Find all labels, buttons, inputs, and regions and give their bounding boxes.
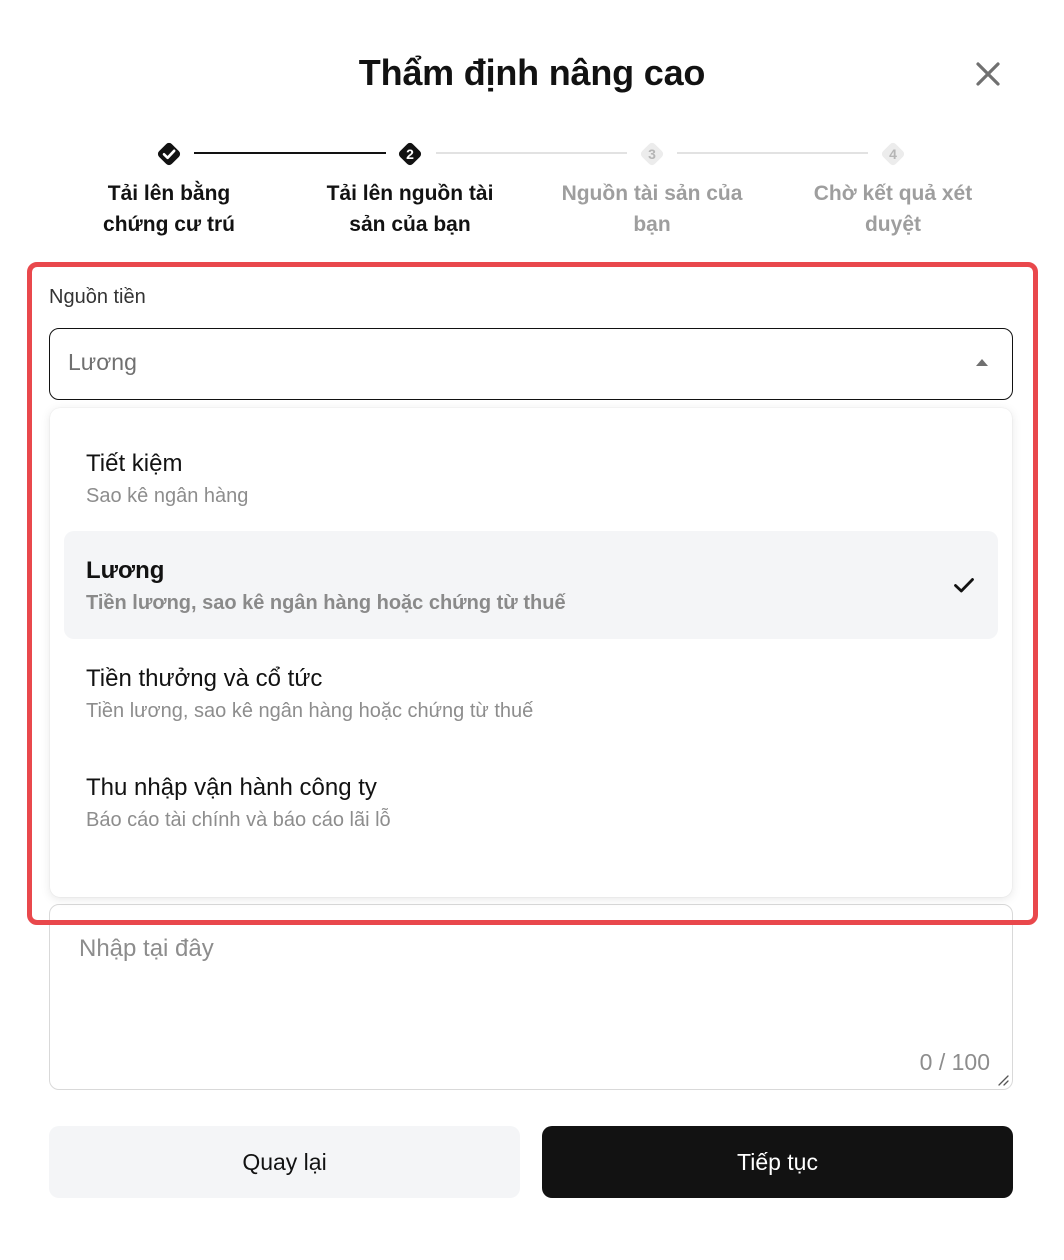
close-icon [976, 62, 1000, 86]
step-4-marker: 4 [889, 146, 897, 162]
step-1-label: Tải lên bằng chứng cư trú [59, 178, 279, 240]
dropdown-option-bonus-dividends[interactable]: Tiền thưởng và cổ tức Tiền lương, sao kê… [64, 639, 998, 747]
option-title: Tiết kiệm [86, 450, 183, 477]
resize-handle-icon[interactable] [997, 1074, 1009, 1086]
option-description: Báo cáo tài chính và báo cáo lãi lỗ [86, 809, 391, 831]
dropdown-option-savings[interactable]: Tiết kiệm Sao kê ngân hàng [64, 424, 998, 532]
dialog-title: Thẩm định nâng cao [358, 52, 706, 93]
source-field-label: Nguồn tiền [49, 286, 146, 308]
step-2-label-line2: sản của bạn [349, 213, 471, 236]
step-connector-2 [436, 152, 627, 154]
step-2-label-line1: Tải lên nguồn tài [326, 182, 494, 205]
step-4-label: Chờ kết quả xét duyệt [783, 178, 1003, 240]
step-1-label-line1: Tải lên bằng [107, 182, 231, 205]
option-description: Tiền lương, sao kê ngân hàng hoặc chứng … [86, 700, 534, 722]
continue-button[interactable]: Tiếp tục [542, 1126, 1013, 1198]
option-title: Thu nhập vận hành công ty [86, 774, 377, 801]
step-connector-1 [194, 152, 386, 154]
step-4-diamond-icon: 4 [881, 142, 905, 166]
step-3-label: Nguồn tài sản của bạn [542, 178, 762, 240]
textarea-placeholder: Nhập tại đây [79, 935, 214, 962]
step-2-marker: 2 [406, 146, 414, 162]
dropdown-option-salary[interactable]: Lương Tiền lương, sao kê ngân hàng hoặc … [64, 531, 998, 639]
check-diamond-icon [157, 142, 181, 166]
option-title: Tiền thưởng và cổ tức [86, 665, 323, 692]
step-2-diamond-icon: 2 [398, 142, 422, 166]
dropdown-option-company-income[interactable]: Thu nhập vận hành công ty Báo cáo tài ch… [64, 748, 998, 856]
check-icon [954, 578, 974, 593]
step-1-node [154, 139, 184, 169]
step-3-label-line2: bạn [633, 213, 671, 236]
character-counter: 0 / 100 [919, 1049, 990, 1075]
close-button[interactable] [972, 58, 1004, 90]
option-description: Tiền lương, sao kê ngân hàng hoặc chứng … [86, 592, 566, 614]
details-textarea[interactable]: Nhập tại đây 0 / 100 [49, 904, 1013, 1090]
step-3-node: 3 [637, 139, 667, 169]
step-3-diamond-icon: 3 [640, 142, 664, 166]
source-select[interactable]: Lương [49, 328, 1013, 400]
step-4-label-line1: Chờ kết quả xét [813, 182, 973, 205]
step-4-node: 4 [878, 139, 908, 169]
source-dropdown-menu: Tiết kiệm Sao kê ngân hàng Lương Tiền lư… [50, 408, 1012, 897]
back-button[interactable]: Quay lại [49, 1126, 520, 1198]
option-title: Lương [86, 557, 165, 584]
caret-up-icon [976, 359, 988, 366]
step-1-label-line2: chứng cư trú [103, 213, 235, 236]
option-description: Sao kê ngân hàng [86, 485, 249, 507]
source-select-value: Lương [68, 349, 137, 375]
step-3-marker: 3 [648, 146, 656, 162]
step-connector-3 [677, 152, 868, 154]
step-2-label: Tải lên nguồn tài sản của bạn [300, 178, 520, 240]
step-4-label-line2: duyệt [864, 213, 921, 236]
step-2-node: 2 [395, 139, 425, 169]
advanced-verification-dialog: Thẩm định nâng cao 2 3 4 Tải lên bằng ch… [0, 0, 1064, 1260]
step-3-label-line1: Nguồn tài sản của [561, 182, 743, 205]
